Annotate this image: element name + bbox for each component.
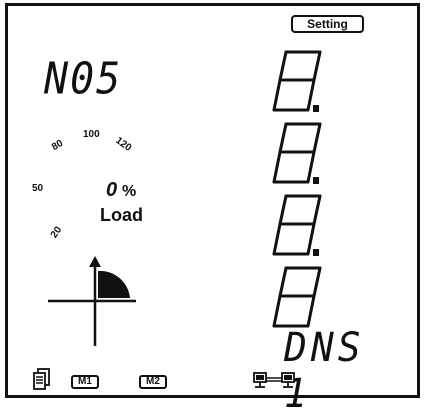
load-value: 0 xyxy=(106,179,118,201)
decimal-point xyxy=(313,177,319,184)
device-icon xyxy=(33,368,50,390)
network-link-icon xyxy=(253,372,295,388)
digit-segment xyxy=(312,194,322,226)
digit-segment xyxy=(272,78,282,112)
scale-label-20: 20 xyxy=(48,224,65,241)
digit-segment xyxy=(278,122,288,154)
main-digit-display xyxy=(272,50,322,328)
scale-label-120: 120 xyxy=(113,135,134,154)
digit-segment xyxy=(278,266,288,298)
m2-button[interactable]: M2 xyxy=(139,375,167,389)
setting-button[interactable]: Setting xyxy=(291,15,364,33)
scale-label-100: 100 xyxy=(83,129,100,140)
main-digit xyxy=(272,266,322,328)
scale-label-80: 80 xyxy=(49,137,66,154)
digit-segment xyxy=(312,266,322,298)
load-label: Load xyxy=(100,205,143,225)
power-quadrant-icon xyxy=(48,256,136,346)
main-digit xyxy=(272,50,322,112)
scale-label-50: 50 xyxy=(32,183,44,194)
digit-segment xyxy=(278,194,288,226)
decimal-point xyxy=(313,105,319,112)
m1-button[interactable]: M1 xyxy=(71,375,99,389)
lcd-screen: Setting N05 20 50 80 100 120 0 % Load DN… xyxy=(5,3,420,416)
digit-segment xyxy=(278,50,288,82)
digit-segment xyxy=(312,50,322,82)
main-digit xyxy=(272,122,322,184)
dns-label: DNS 1 xyxy=(284,324,365,416)
digit-segment xyxy=(272,294,282,328)
main-digit xyxy=(272,194,322,256)
digit-segment xyxy=(312,122,322,154)
digit-segment xyxy=(306,294,316,328)
decimal-point xyxy=(313,249,319,256)
digit-segment xyxy=(272,222,282,256)
digit-segment xyxy=(272,150,282,184)
load-unit: % xyxy=(122,183,137,200)
device-number: N05 xyxy=(44,54,123,105)
